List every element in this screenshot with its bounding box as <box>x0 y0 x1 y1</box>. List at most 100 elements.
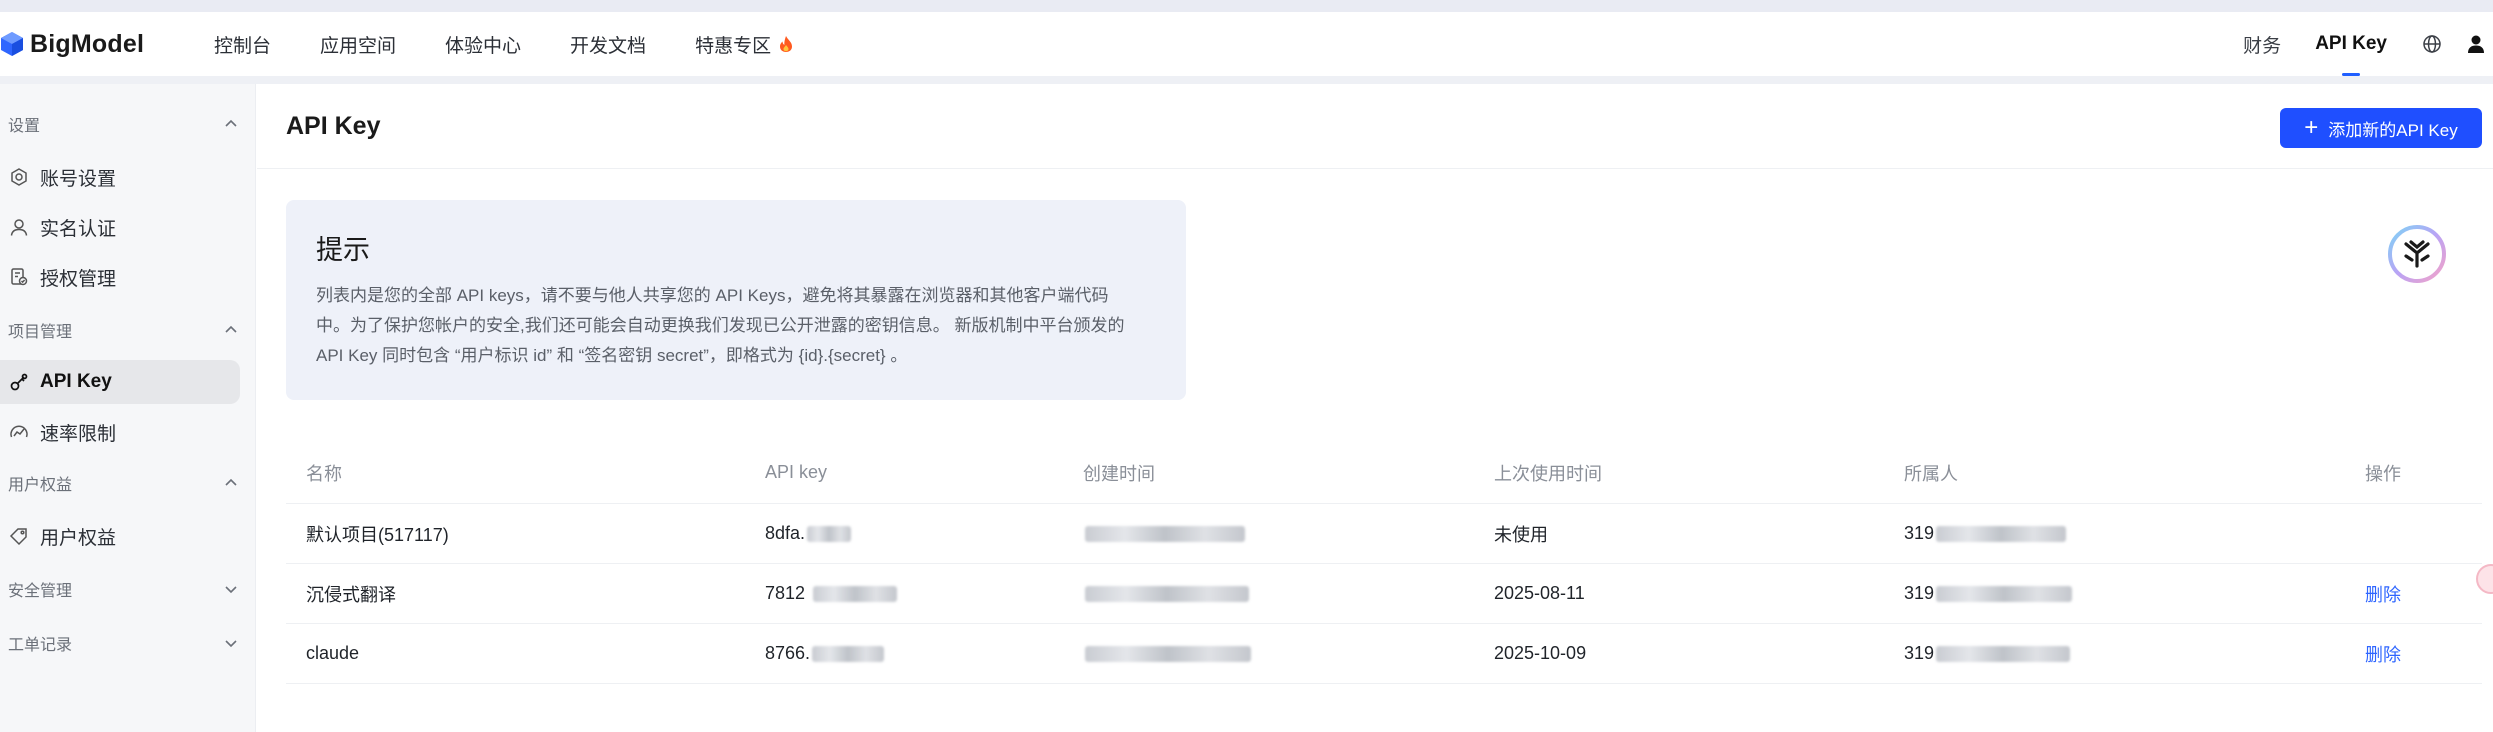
cell-name: 默认项目(517117) <box>306 524 449 545</box>
brand-logo[interactable]: BigModel <box>0 12 144 76</box>
chevron-up-icon <box>225 119 237 127</box>
api-key-visible: 7812 <box>765 583 806 603</box>
section-settings-title: 设置 <box>8 118 41 135</box>
globe-icon[interactable] <box>2421 33 2443 55</box>
section-project-management-title: 项目管理 <box>8 324 73 341</box>
nav-special-offers-label: 特惠专区 <box>695 35 772 57</box>
owner-visible: 319 <box>1904 583 1935 603</box>
section-settings[interactable]: 设置 <box>8 109 238 139</box>
tip-title: 提示 <box>316 235 370 265</box>
chevron-up-icon <box>225 478 237 486</box>
chevron-up-icon <box>225 325 237 333</box>
nav-dev-docs[interactable]: 开发文档 <box>570 31 646 58</box>
brand-name: BigModel <box>30 29 145 58</box>
sidebar-item-api-key[interactable]: API Key <box>0 360 240 404</box>
section-tickets-title: 工单记录 <box>8 637 73 654</box>
delete-link[interactable]: 删除 <box>2365 564 2401 623</box>
col-header-last-used: 上次使用时间 <box>1494 463 1602 484</box>
section-user-benefits-title: 用户权益 <box>8 477 73 494</box>
nav-right: 财务 API Key <box>2243 12 2493 76</box>
api-key-visible: 8766. <box>765 643 811 663</box>
section-project-management[interactable]: 项目管理 <box>8 315 238 345</box>
api-key-masked <box>812 645 885 662</box>
page-title: API Key <box>286 112 381 140</box>
tip-body: 列表内是您的全部 API keys，请不要与他人共享您的 API Keys，避免… <box>316 281 1156 371</box>
cell-last-used: 2025-10-09 <box>1494 643 1587 663</box>
created-time-masked <box>1085 525 1245 542</box>
section-user-benefits[interactable]: 用户权益 <box>8 468 238 498</box>
section-security[interactable]: 安全管理 <box>8 574 238 604</box>
cell-created <box>1083 564 1249 623</box>
owner-visible: 319 <box>1904 523 1935 543</box>
assistant-bot-icon[interactable] <box>2387 224 2447 284</box>
key-link-icon <box>8 371 30 393</box>
sidebar-item-authorization[interactable]: 授权管理 <box>0 255 240 299</box>
created-time-masked <box>1085 645 1251 662</box>
bigmodel-logo-icon <box>0 31 24 57</box>
tag-icon <box>8 525 30 547</box>
cell-owner: 319 <box>1904 564 2073 623</box>
nav-app-space[interactable]: 应用空间 <box>320 31 396 58</box>
speedometer-icon <box>8 421 30 443</box>
api-key-masked <box>813 585 898 602</box>
main-content: API Key + 添加新的API Key 提示 列表内是您的全部 API ke… <box>257 84 2493 732</box>
fire-icon <box>779 35 793 53</box>
nav-console[interactable]: 控制台 <box>214 31 271 58</box>
cell-created <box>1083 504 1245 563</box>
sidebar-item-account-settings[interactable]: 账号设置 <box>0 155 240 199</box>
cell-owner: 319 <box>1904 624 2071 683</box>
table-header-row: 名称 API key 创建时间 上次使用时间 所属人 操作 <box>286 442 2482 504</box>
document-check-icon <box>8 266 30 288</box>
gear-icon <box>8 166 30 188</box>
table-row: 默认项目(517117) 8dfa. 未使用 319 <box>286 504 2482 564</box>
owner-masked <box>1936 645 2071 662</box>
tip-line: API Key 同时包含 “用户标识 id” 和 “签名密钥 secret”，即… <box>316 346 908 365</box>
col-header-actions: 操作 <box>2365 463 2401 484</box>
owner-masked <box>1936 525 2067 542</box>
api-key-table: 名称 API key 创建时间 上次使用时间 所属人 操作 默认项目(51711… <box>286 442 2482 684</box>
nav-api-key[interactable]: API Key <box>2315 12 2387 76</box>
nav-special-offers[interactable]: 特惠专区 <box>695 31 793 58</box>
sidebar-item-label: 用户权益 <box>40 527 117 549</box>
person-icon <box>8 216 30 238</box>
sidebar-item-label: 实名认证 <box>40 218 117 240</box>
nav-finance[interactable]: 财务 <box>2243 12 2281 76</box>
top-strip <box>0 0 2493 12</box>
owner-visible: 319 <box>1904 643 1935 663</box>
tip-line: 列表内是您的全部 API keys，请不要与他人共享您的 API Keys，避免… <box>316 286 1109 305</box>
sidebar-item-label: 账号设置 <box>40 168 117 190</box>
add-api-key-label: 添加新的API Key <box>2328 120 2458 140</box>
col-header-name: 名称 <box>306 463 342 484</box>
chevron-down-icon <box>225 586 237 594</box>
api-key-masked <box>807 525 852 542</box>
cell-api-key[interactable]: 8766. <box>765 624 885 683</box>
col-header-created: 创建时间 <box>1083 463 1155 484</box>
user-icon[interactable] <box>2465 33 2487 55</box>
section-tickets[interactable]: 工单记录 <box>8 628 238 658</box>
header-divider <box>257 168 2493 169</box>
cell-name: 沉侵式翻译 <box>306 584 396 605</box>
tip-line: 中。为了保护您帐户的安全,我们还可能会自动更换我们发现已公开泄露的密钥信息。 新… <box>316 316 1125 335</box>
plus-icon: + <box>2304 114 2319 141</box>
sidebar-item-label: 授权管理 <box>40 268 117 290</box>
sidebar-item-real-name[interactable]: 实名认证 <box>0 205 240 249</box>
sidebar: 设置 账号设置 实名认证 授权管理 项目管理 API Key 速率限制 用户权益… <box>0 84 256 732</box>
table-row: 沉侵式翻译 7812 2025-08-11 319 删除 <box>286 564 2482 624</box>
sidebar-item-label: 速率限制 <box>40 423 117 445</box>
sidebar-item-rate-limit[interactable]: 速率限制 <box>0 410 240 454</box>
delete-link[interactable]: 删除 <box>2365 624 2401 683</box>
nav-experience-center[interactable]: 体验中心 <box>445 31 521 58</box>
sidebar-item-label: API Key <box>40 371 112 392</box>
created-time-masked <box>1085 585 1249 602</box>
table-row: claude 8766. 2025-10-09 319 删除 <box>286 624 2482 684</box>
cell-api-key[interactable]: 7812 <box>765 564 898 623</box>
tip-panel: 提示 列表内是您的全部 API keys，请不要与他人共享您的 API Keys… <box>286 200 1186 400</box>
cell-created <box>1083 624 1251 683</box>
chevron-down-icon <box>225 640 237 648</box>
sidebar-item-user-benefits[interactable]: 用户权益 <box>0 514 240 558</box>
cell-last-used: 未使用 <box>1494 524 1548 545</box>
cell-owner: 319 <box>1904 504 2067 563</box>
cell-api-key[interactable]: 8dfa. <box>765 504 852 563</box>
owner-masked <box>1936 585 2073 602</box>
add-api-key-button[interactable]: + 添加新的API Key <box>2280 108 2482 148</box>
